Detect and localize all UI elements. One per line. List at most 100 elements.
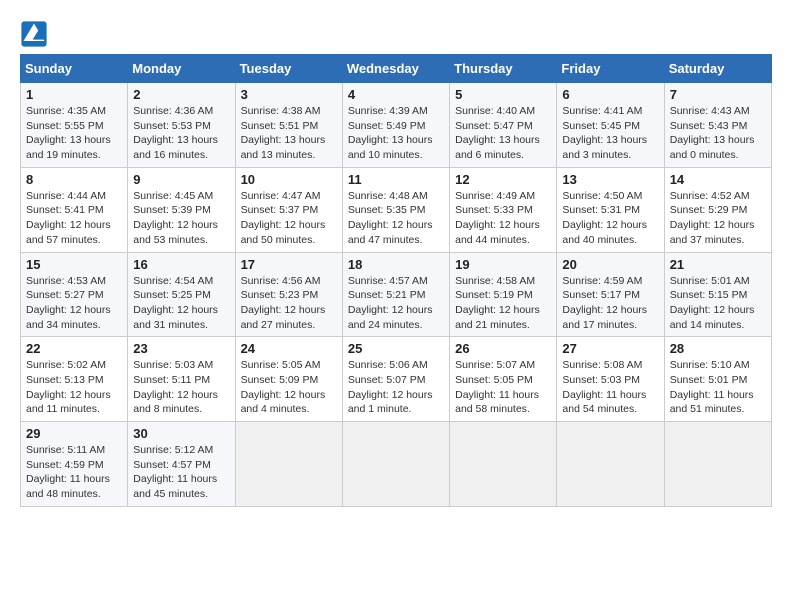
day-cell xyxy=(664,422,771,507)
day-number: 8 xyxy=(26,172,122,187)
week-row-1: 1Sunrise: 4:35 AMSunset: 5:55 PMDaylight… xyxy=(21,83,772,168)
week-row-5: 29 Sunrise: 5:11 AMSunset: 4:59 PMDayligh… xyxy=(21,422,772,507)
day-number: 13 xyxy=(562,172,658,187)
day-info: Sunrise: 4:41 AMSunset: 5:45 PMDaylight:… xyxy=(562,104,658,163)
day-cell: 14Sunrise: 4:52 AMSunset: 5:29 PMDayligh… xyxy=(664,167,771,252)
header-cell-tuesday: Tuesday xyxy=(235,55,342,83)
header-row: SundayMondayTuesdayWednesdayThursdayFrid… xyxy=(21,55,772,83)
header-cell-saturday: Saturday xyxy=(664,55,771,83)
day-cell xyxy=(450,422,557,507)
day-number: 16 xyxy=(133,257,229,272)
day-number: 30 xyxy=(133,426,229,441)
day-number: 5 xyxy=(455,87,551,102)
day-number: 18 xyxy=(348,257,444,272)
day-cell: 2 Sunrise: 4:36 AMSunset: 5:53 PMDaylight… xyxy=(128,83,235,168)
day-cell: 22 Sunrise: 5:02 AMSunset: 5:13 PMDayligh… xyxy=(21,337,128,422)
day-number: 24 xyxy=(241,341,337,356)
day-cell: 4Sunrise: 4:39 AMSunset: 5:49 PMDaylight… xyxy=(342,83,449,168)
day-info: Sunrise: 5:01 AMSunset: 5:15 PMDaylight:… xyxy=(670,274,766,333)
day-cell: 17 Sunrise: 4:56 AMSunset: 5:23 PMDayligh… xyxy=(235,252,342,337)
day-cell: 16 Sunrise: 4:54 AMSunset: 5:25 PMDayligh… xyxy=(128,252,235,337)
day-cell: 30 Sunrise: 5:12 AMSunset: 4:57 PMDayligh… xyxy=(128,422,235,507)
day-info: Sunrise: 4:53 AMSunset: 5:27 PMDaylight:… xyxy=(26,274,122,333)
day-info: Sunrise: 5:05 AMSunset: 5:09 PMDaylight:… xyxy=(241,358,337,417)
header-cell-thursday: Thursday xyxy=(450,55,557,83)
day-info: Sunrise: 4:40 AMSunset: 5:47 PMDaylight:… xyxy=(455,104,551,163)
week-row-4: 22 Sunrise: 5:02 AMSunset: 5:13 PMDayligh… xyxy=(21,337,772,422)
calendar-table: SundayMondayTuesdayWednesdayThursdayFrid… xyxy=(20,54,772,507)
day-info: Sunrise: 4:57 AMSunset: 5:21 PMDaylight:… xyxy=(348,274,444,333)
day-info: Sunrise: 4:36 AMSunset: 5:53 PMDaylight:… xyxy=(133,104,229,163)
logo-icon xyxy=(20,20,48,48)
day-info: Sunrise: 4:50 AMSunset: 5:31 PMDaylight:… xyxy=(562,189,658,248)
header-cell-friday: Friday xyxy=(557,55,664,83)
header-cell-monday: Monday xyxy=(128,55,235,83)
day-cell: 13 Sunrise: 4:50 AMSunset: 5:31 PMDayligh… xyxy=(557,167,664,252)
day-number: 11 xyxy=(348,172,444,187)
day-number: 2 xyxy=(133,87,229,102)
logo xyxy=(20,20,52,48)
day-number: 19 xyxy=(455,257,551,272)
day-cell: 29 Sunrise: 5:11 AMSunset: 4:59 PMDayligh… xyxy=(21,422,128,507)
day-number: 12 xyxy=(455,172,551,187)
day-cell: 27Sunrise: 5:08 AMSunset: 5:03 PMDayligh… xyxy=(557,337,664,422)
day-number: 14 xyxy=(670,172,766,187)
day-cell: 5 Sunrise: 4:40 AMSunset: 5:47 PMDaylight… xyxy=(450,83,557,168)
week-row-2: 8 Sunrise: 4:44 AMSunset: 5:41 PMDaylight… xyxy=(21,167,772,252)
day-info: Sunrise: 4:38 AMSunset: 5:51 PMDaylight:… xyxy=(241,104,337,163)
week-row-3: 15 Sunrise: 4:53 AMSunset: 5:27 PMDayligh… xyxy=(21,252,772,337)
day-info: Sunrise: 4:54 AMSunset: 5:25 PMDaylight:… xyxy=(133,274,229,333)
day-number: 29 xyxy=(26,426,122,441)
day-info: Sunrise: 4:48 AMSunset: 5:35 PMDaylight:… xyxy=(348,189,444,248)
day-cell: 20 Sunrise: 4:59 AMSunset: 5:17 PMDayligh… xyxy=(557,252,664,337)
day-info: Sunrise: 5:02 AMSunset: 5:13 PMDaylight:… xyxy=(26,358,122,417)
day-info: Sunrise: 5:11 AMSunset: 4:59 PMDaylight:… xyxy=(26,443,122,502)
day-cell: 25Sunrise: 5:06 AMSunset: 5:07 PMDayligh… xyxy=(342,337,449,422)
day-cell xyxy=(235,422,342,507)
day-info: Sunrise: 4:43 AMSunset: 5:43 PMDaylight:… xyxy=(670,104,766,163)
day-cell: 1Sunrise: 4:35 AMSunset: 5:55 PMDaylight… xyxy=(21,83,128,168)
day-info: Sunrise: 4:44 AMSunset: 5:41 PMDaylight:… xyxy=(26,189,122,248)
day-info: Sunrise: 4:47 AMSunset: 5:37 PMDaylight:… xyxy=(241,189,337,248)
day-cell: 11 Sunrise: 4:48 AMSunset: 5:35 PMDayligh… xyxy=(342,167,449,252)
day-number: 20 xyxy=(562,257,658,272)
day-number: 26 xyxy=(455,341,551,356)
header-cell-sunday: Sunday xyxy=(21,55,128,83)
day-cell: 21 Sunrise: 5:01 AMSunset: 5:15 PMDayligh… xyxy=(664,252,771,337)
day-info: Sunrise: 4:49 AMSunset: 5:33 PMDaylight:… xyxy=(455,189,551,248)
day-cell: 6 Sunrise: 4:41 AMSunset: 5:45 PMDaylight… xyxy=(557,83,664,168)
day-cell: 12 Sunrise: 4:49 AMSunset: 5:33 PMDayligh… xyxy=(450,167,557,252)
day-number: 1 xyxy=(26,87,122,102)
day-info: Sunrise: 4:59 AMSunset: 5:17 PMDaylight:… xyxy=(562,274,658,333)
day-info: Sunrise: 5:10 AMSunset: 5:01 PMDaylight:… xyxy=(670,358,766,417)
day-cell: 9 Sunrise: 4:45 AMSunset: 5:39 PMDaylight… xyxy=(128,167,235,252)
day-info: Sunrise: 5:06 AMSunset: 5:07 PMDaylight:… xyxy=(348,358,444,417)
day-info: Sunrise: 4:56 AMSunset: 5:23 PMDaylight:… xyxy=(241,274,337,333)
day-number: 7 xyxy=(670,87,766,102)
day-number: 15 xyxy=(26,257,122,272)
day-cell: 15 Sunrise: 4:53 AMSunset: 5:27 PMDayligh… xyxy=(21,252,128,337)
day-cell: 24 Sunrise: 5:05 AMSunset: 5:09 PMDayligh… xyxy=(235,337,342,422)
day-cell xyxy=(557,422,664,507)
day-info: Sunrise: 4:45 AMSunset: 5:39 PMDaylight:… xyxy=(133,189,229,248)
day-cell: 18 Sunrise: 4:57 AMSunset: 5:21 PMDayligh… xyxy=(342,252,449,337)
day-cell xyxy=(342,422,449,507)
header-cell-wednesday: Wednesday xyxy=(342,55,449,83)
day-number: 22 xyxy=(26,341,122,356)
day-number: 4 xyxy=(348,87,444,102)
day-cell: 26Sunrise: 5:07 AMSunset: 5:05 PMDayligh… xyxy=(450,337,557,422)
day-cell: 10 Sunrise: 4:47 AMSunset: 5:37 PMDayligh… xyxy=(235,167,342,252)
day-number: 9 xyxy=(133,172,229,187)
day-number: 10 xyxy=(241,172,337,187)
page-header xyxy=(20,20,772,48)
day-number: 27 xyxy=(562,341,658,356)
day-cell: 7 Sunrise: 4:43 AMSunset: 5:43 PMDaylight… xyxy=(664,83,771,168)
day-number: 6 xyxy=(562,87,658,102)
day-cell: 28Sunrise: 5:10 AMSunset: 5:01 PMDayligh… xyxy=(664,337,771,422)
day-number: 17 xyxy=(241,257,337,272)
day-number: 3 xyxy=(241,87,337,102)
day-cell: 19Sunrise: 4:58 AMSunset: 5:19 PMDayligh… xyxy=(450,252,557,337)
day-info: Sunrise: 5:12 AMSunset: 4:57 PMDaylight:… xyxy=(133,443,229,502)
day-number: 23 xyxy=(133,341,229,356)
day-number: 21 xyxy=(670,257,766,272)
